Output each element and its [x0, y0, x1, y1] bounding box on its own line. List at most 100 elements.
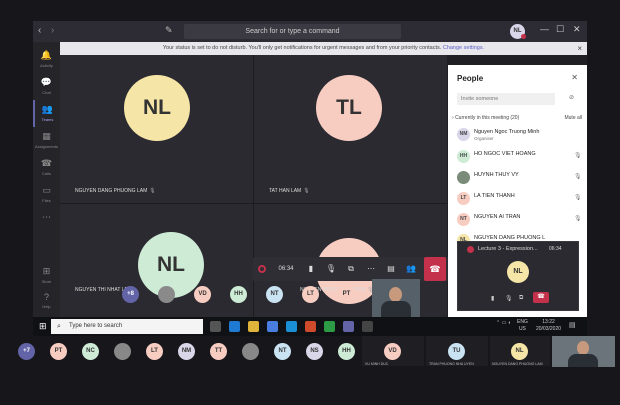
teams-taskbar-icon[interactable] [343, 321, 354, 332]
people-name: Nguyen Ngoc Truong Minh [474, 129, 540, 135]
show-participants-icon[interactable]: 👥 [402, 257, 420, 281]
edge-icon[interactable] [229, 321, 240, 332]
camera-icon[interactable]: ▮ [302, 257, 320, 281]
participant-chip[interactable]: HH [338, 343, 355, 360]
rail-label: Files [42, 198, 51, 203]
rail-item-files[interactable]: ▭ Files [33, 181, 60, 208]
microphone-icon[interactable]: 🎙 [322, 257, 340, 281]
participant-chip[interactable]: VD [194, 286, 211, 303]
participant-photo-chip[interactable] [242, 343, 259, 360]
mail-icon[interactable] [286, 321, 297, 332]
microphone-icon[interactable]: 🎙 [505, 295, 513, 302]
people-photo [457, 171, 470, 184]
participant-avatar: NL [511, 343, 528, 360]
participant-chip[interactable]: PT [50, 343, 67, 360]
participant-chip[interactable]: NM [178, 343, 195, 360]
mini-call-window[interactable]: Lecture 3 - Expression... 06:34 NL ▮ 🎙 ⧉… [457, 241, 579, 311]
change-settings-link[interactable]: Change settings. [443, 45, 484, 51]
rail-item-store[interactable]: ⊞ Store [33, 262, 60, 289]
rail-item-help[interactable]: ? Help [33, 288, 60, 315]
rail-item-more[interactable]: ⋯ [33, 208, 60, 235]
muted-mic-icon[interactable]: 🎙 [574, 194, 582, 201]
muted-mic-icon[interactable]: 🎙 [574, 173, 582, 180]
participant-photo-chip[interactable] [114, 343, 131, 360]
people-row[interactable]: HUYNH THUY VY 🎙 [457, 169, 585, 187]
rail-item-calls[interactable]: ☎ Calls [33, 154, 60, 181]
self-video[interactable] [372, 279, 420, 317]
close-banner-icon[interactable]: × [577, 42, 582, 55]
dnd-status-icon [521, 34, 526, 39]
participant-chip[interactable]: NS [306, 343, 323, 360]
windows-start-icon[interactable]: ⊞ [39, 321, 47, 332]
more-options-icon[interactable]: ⋯ [362, 257, 380, 281]
participant-chip[interactable]: TT [210, 343, 227, 360]
close-panel-icon[interactable]: ✕ [571, 73, 578, 82]
chrome-icon[interactable] [324, 321, 335, 332]
teams-window: ‹ › ✎ Search for or type a command NL — … [33, 21, 587, 336]
show-conversation-icon[interactable]: ▤ [382, 257, 400, 281]
meeting-timer: 06:34 [549, 246, 562, 252]
share-invite-icon[interactable]: ⊘ [569, 94, 574, 101]
participant-chip[interactable]: LT [302, 286, 319, 303]
maximize-icon[interactable]: ☐ [556, 24, 564, 35]
participant-tile[interactable]: NL NGUYEN DANG PHUONG LAM 🎙 [60, 55, 253, 203]
tray-icons[interactable]: ⌃ ▭ ◖ [496, 320, 511, 326]
recording-icon [467, 246, 474, 253]
outer-participant-strip: +7 PT NC LT NM TT NT NS HH VD VU MINH DU… [0, 336, 620, 405]
rail-item-assignments[interactable]: ▦ Assignments [33, 127, 60, 154]
people-row[interactable]: HH HO NGOC VIET HOANG 🎙 [457, 148, 585, 166]
back-arrow-icon[interactable]: ‹ [38, 25, 41, 36]
hang-up-button[interactable]: ☎ [533, 292, 549, 303]
taskbar-search[interactable]: ⌕ Type here to search [51, 319, 203, 334]
share-screen-icon[interactable]: ⧉ [342, 257, 360, 281]
participant-tile[interactable]: TL TAT HAN LAM 🎙 [254, 55, 447, 203]
more-participants-chip[interactable]: +8 [122, 286, 139, 303]
store-app-icon[interactable] [267, 321, 278, 332]
people-row[interactable]: NM Nguyen Ngoc Truong Minh Organiser [457, 126, 585, 144]
participant-chip[interactable]: NT [274, 343, 291, 360]
participant-chip[interactable]: NC [82, 343, 99, 360]
rail-item-activity[interactable]: 🔔 Activity [33, 46, 60, 73]
meeting-section-header[interactable]: › Currently in this meeting (20) [452, 115, 519, 121]
people-row[interactable]: LT LA TIEN THANH 🎙 [457, 190, 585, 208]
rail-item-chat[interactable]: 💬 Chat [33, 73, 60, 100]
presenter-head [577, 341, 589, 355]
minimize-icon[interactable]: — [540, 24, 549, 34]
people-row[interactable]: NT NGUYEN AI TRAN 🎙 [457, 211, 585, 229]
participant-chip[interactable]: PT [338, 286, 355, 303]
participant-mini-tile[interactable]: VD VU MINH DUC [362, 336, 424, 366]
people-name: HO NGOC VIET HOANG [474, 151, 536, 157]
muted-mic-icon[interactable]: 🎙 [574, 215, 582, 222]
close-window-icon[interactable]: ✕ [573, 24, 581, 35]
participant-avatar: VD [384, 343, 401, 360]
file-explorer-icon[interactable] [248, 321, 259, 332]
share-screen-icon[interactable]: ⧉ [519, 295, 523, 302]
participant-photo-chip[interactable] [158, 286, 175, 303]
notifications-icon[interactable]: ▤ [569, 321, 576, 329]
forward-arrow-icon[interactable]: › [51, 25, 54, 36]
mute-all-button[interactable]: Mute all [564, 115, 582, 121]
powerpoint-icon[interactable] [305, 321, 316, 332]
command-search-input[interactable]: Search for or type a command [184, 24, 401, 39]
bell-icon: 🔔 [40, 50, 53, 60]
camera-icon[interactable]: ▮ [491, 295, 494, 302]
participant-mini-tile[interactable]: TU TRAN PHUONG NHA UYEN [426, 336, 488, 366]
participant-mini-tile[interactable]: NL NGUYEN DANG PHUONG LAM [490, 336, 550, 366]
invite-input[interactable]: Invite someone [457, 93, 555, 105]
more-participants-chip[interactable]: +7 [18, 343, 35, 360]
hang-up-button[interactable]: ☎ [424, 257, 446, 281]
more-icon: ⋯ [42, 212, 51, 222]
rail-item-teams[interactable]: 👥 Teams [33, 100, 60, 127]
task-view-icon[interactable] [210, 321, 221, 332]
participant-chip[interactable]: LT [146, 343, 163, 360]
store-icon: ⊞ [42, 266, 51, 276]
participant-avatar: NL [124, 75, 190, 141]
app-taskbar-icon[interactable] [362, 321, 373, 332]
muted-mic-icon[interactable]: 🎙 [574, 152, 582, 159]
participant-chip[interactable]: NT [266, 286, 283, 303]
presenter-video[interactable] [552, 336, 615, 367]
compose-icon[interactable]: ✎ [165, 25, 173, 36]
participant-chip[interactable]: HH [230, 286, 247, 303]
input-language[interactable]: ENG US [517, 319, 528, 333]
clock[interactable]: 13:22 20/03/2020 [536, 319, 561, 333]
